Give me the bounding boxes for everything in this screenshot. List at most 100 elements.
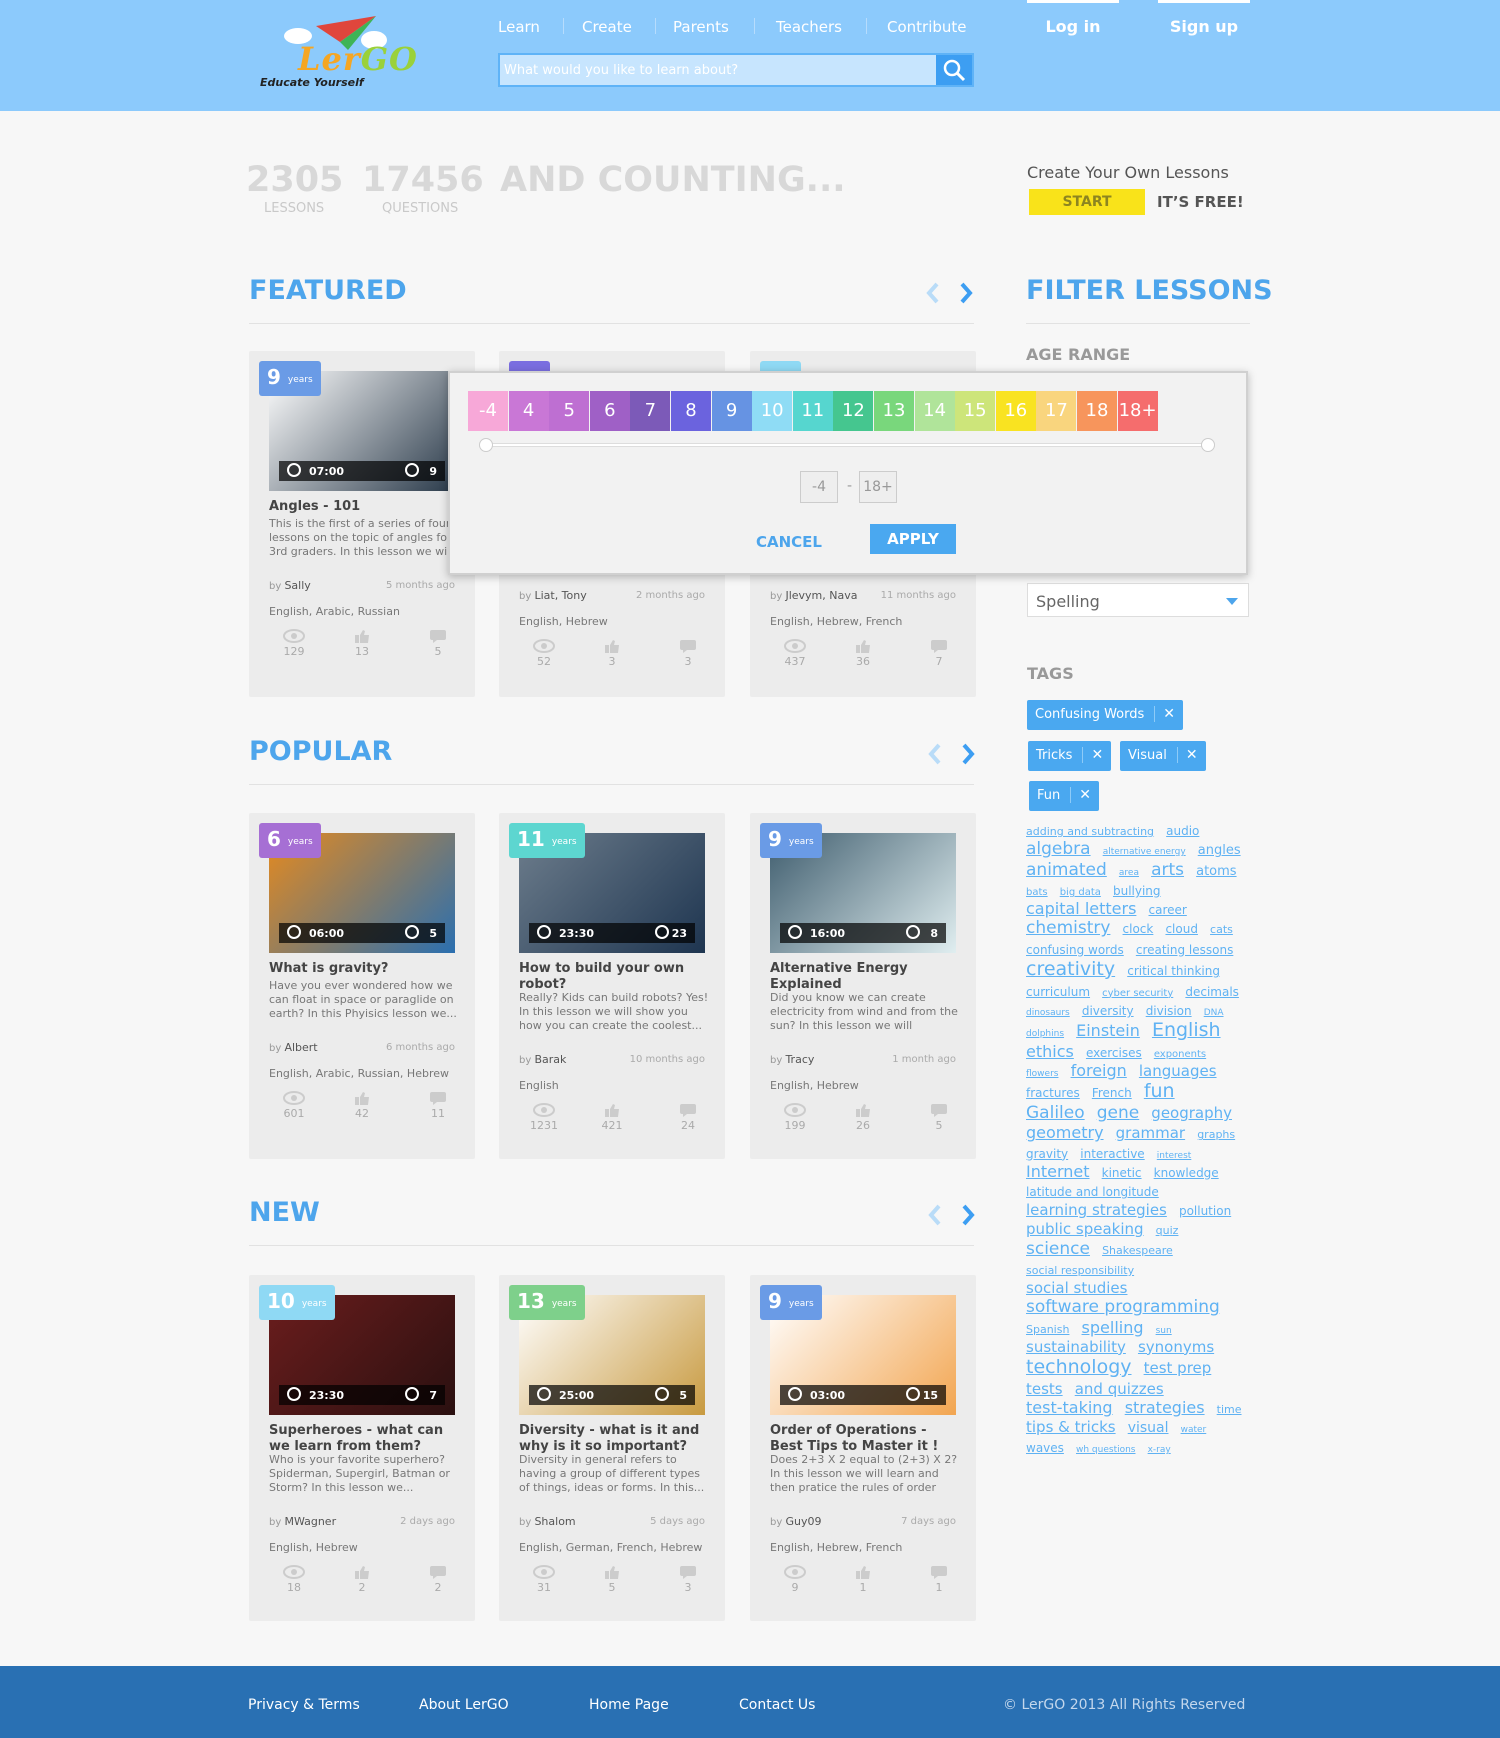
lesson-card[interactable]: 25:00 5 13 years Diversity - what is it and… <box>499 1275 725 1621</box>
tag-cloud-item[interactable]: division <box>1146 1004 1192 1018</box>
nav-teachers[interactable]: Teachers <box>776 18 842 36</box>
age-slider[interactable] <box>479 438 1215 452</box>
tag-cloud-item[interactable]: geometry <box>1026 1123 1104 1142</box>
age-slider-min-handle[interactable] <box>479 438 493 452</box>
lesson-title[interactable]: How to build your own robot? <box>519 961 709 993</box>
author-name[interactable]: Jlevym, Nava <box>785 589 857 602</box>
age-option[interactable]: 18+ <box>1117 391 1158 431</box>
age-option[interactable]: 6 <box>589 391 630 431</box>
tag-cloud-item[interactable]: alternative energy <box>1103 847 1186 858</box>
tag-cloud-item[interactable]: tests <box>1026 1380 1063 1398</box>
tag-cloud-item[interactable]: cyber security <box>1102 988 1173 1000</box>
age-option[interactable]: 4 <box>508 391 549 431</box>
tag-cloud-item[interactable]: strategies <box>1125 1398 1205 1417</box>
tag-cloud-item[interactable]: grammar <box>1116 1124 1185 1142</box>
remove-tag-icon[interactable]: ✕ <box>1082 747 1103 763</box>
subject-select[interactable]: Spelling <box>1027 583 1249 617</box>
age-option[interactable]: 16 <box>995 391 1036 431</box>
lesson-title[interactable]: What is gravity? <box>269 961 459 977</box>
age-option[interactable]: 18 <box>1077 391 1117 431</box>
tag-cloud-item[interactable]: sun <box>1156 1326 1172 1337</box>
search-button[interactable] <box>936 55 972 85</box>
lesson-card[interactable]: 06:00 5 6 years What is gravity? Have you ev… <box>249 813 475 1159</box>
new-prev-arrow-icon[interactable] <box>926 1203 944 1227</box>
tag-cloud-item[interactable]: gene <box>1097 1103 1139 1123</box>
featured-next-arrow-icon[interactable] <box>957 281 975 305</box>
tag-cloud-item[interactable]: water <box>1181 1425 1207 1436</box>
tag-cloud-item[interactable]: graphs <box>1197 1128 1235 1141</box>
tag-cloud-item[interactable]: sustainability <box>1026 1338 1126 1356</box>
tag-cloud-item[interactable]: fractures <box>1026 1086 1080 1100</box>
tag-cloud-item[interactable]: decimals <box>1185 985 1239 999</box>
tag-cloud-item[interactable]: and quizzes <box>1075 1380 1164 1398</box>
start-button[interactable]: START <box>1029 189 1145 215</box>
age-min-field[interactable]: -4 <box>800 471 838 503</box>
age-option[interactable]: 7 <box>630 391 671 431</box>
footer-contact-link[interactable]: Contact Us <box>739 1697 815 1713</box>
tag-cloud-item[interactable]: kinetic <box>1102 1166 1142 1180</box>
lesson-card[interactable]: 16:00 8 9 years Alternative Energy Explaine… <box>750 813 976 1159</box>
tag-cloud-item[interactable]: curriculum <box>1026 985 1090 999</box>
tag-cloud-item[interactable]: interest <box>1157 1151 1192 1162</box>
lesson-card[interactable]: 23:30 7 10 years Superheroes - what can we … <box>249 1275 475 1621</box>
nav-create[interactable]: Create <box>582 18 632 36</box>
tag-cloud-item[interactable]: dolphins <box>1026 1029 1064 1040</box>
age-option[interactable]: 11 <box>792 391 833 431</box>
tag-cloud-item[interactable]: spelling <box>1082 1318 1144 1337</box>
tag-cloud-item[interactable]: creativity <box>1026 958 1115 981</box>
tag-cloud-item[interactable]: languages <box>1139 1062 1217 1080</box>
tag-cloud-item[interactable]: public speaking <box>1026 1220 1144 1238</box>
author-name[interactable]: MWagner <box>284 1515 336 1528</box>
new-next-arrow-icon[interactable] <box>959 1203 977 1227</box>
featured-prev-arrow-icon[interactable] <box>924 281 942 305</box>
tag-cloud-item[interactable]: interactive <box>1080 1147 1144 1161</box>
age-option[interactable]: 5 <box>549 391 590 431</box>
tag-cloud-item[interactable]: clock <box>1123 922 1154 936</box>
lesson-title[interactable]: Angles - 101 <box>269 499 459 515</box>
tag-cloud-item[interactable]: flowers <box>1026 1069 1058 1080</box>
tag-cloud-item[interactable]: technology <box>1026 1356 1132 1379</box>
search-input[interactable] <box>504 59 934 81</box>
tag-cloud-item[interactable]: exercises <box>1086 1046 1142 1060</box>
lesson-card[interactable]: 23:30 23 11 years How to build your own rob… <box>499 813 725 1159</box>
tag-cloud-item[interactable]: exponents <box>1154 1049 1206 1061</box>
tag-cloud-item[interactable]: chemistry <box>1026 918 1110 938</box>
lesson-title[interactable]: Superheroes - what can we learn from the… <box>269 1423 459 1455</box>
lesson-title[interactable]: Diversity - what is it and why is it so … <box>519 1423 709 1455</box>
tag-cloud-item[interactable]: waves <box>1026 1441 1064 1455</box>
tag-cloud-item[interactable]: bats <box>1026 887 1048 899</box>
age-option[interactable]: -4 <box>468 391 508 431</box>
tag-cloud-item[interactable]: Internet <box>1026 1162 1090 1181</box>
tag-cloud-item[interactable]: synonyms <box>1138 1338 1214 1356</box>
footer-home-link[interactable]: Home Page <box>589 1697 669 1713</box>
remove-tag-icon[interactable]: ✕ <box>1154 706 1175 722</box>
cancel-button[interactable]: CANCEL <box>756 533 822 551</box>
nav-learn[interactable]: Learn <box>498 18 540 36</box>
tag-cloud-item[interactable]: Spanish <box>1026 1323 1069 1336</box>
tag-cloud-item[interactable]: arts <box>1151 860 1184 880</box>
tag-cloud-item[interactable]: adding and subtracting <box>1026 825 1154 838</box>
tag-cloud-item[interactable]: algebra <box>1026 839 1091 859</box>
remove-tag-icon[interactable]: ✕ <box>1176 747 1198 763</box>
author-name[interactable]: Sally <box>284 579 310 592</box>
author-name[interactable]: Shalom <box>534 1515 575 1528</box>
lesson-card[interactable]: 07:00 9 9 years Angles - 101 This is the fir… <box>249 351 475 697</box>
tag-cloud-item[interactable]: gravity <box>1026 1147 1068 1161</box>
tag-cloud-item[interactable]: tips & tricks <box>1026 1418 1116 1436</box>
apply-button[interactable]: APPLY <box>870 524 956 554</box>
signup-button[interactable]: Sign up <box>1158 0 1250 46</box>
tag-cloud-item[interactable]: confusing words <box>1026 943 1124 957</box>
age-option[interactable]: 8 <box>671 391 711 431</box>
tag-cloud-item[interactable]: test-taking <box>1026 1398 1113 1417</box>
lesson-card[interactable]: 03:00 15 9 years Order of Operations - Best… <box>750 1275 976 1621</box>
tag-cloud-item[interactable]: animated <box>1026 860 1107 880</box>
tag-cloud-item[interactable]: geography <box>1151 1104 1232 1122</box>
lesson-title[interactable]: Alternative Energy Explained <box>770 961 960 993</box>
age-option[interactable]: 15 <box>955 391 996 431</box>
tag-cloud-item[interactable]: cats <box>1210 923 1233 936</box>
tag-cloud-item[interactable]: visual <box>1128 1420 1169 1437</box>
tag-cloud-item[interactable]: career <box>1149 903 1187 917</box>
tag-cloud-item[interactable]: big data <box>1060 887 1101 899</box>
author-name[interactable]: Albert <box>284 1041 317 1054</box>
tag-cloud-item[interactable]: diversity <box>1082 1004 1134 1018</box>
